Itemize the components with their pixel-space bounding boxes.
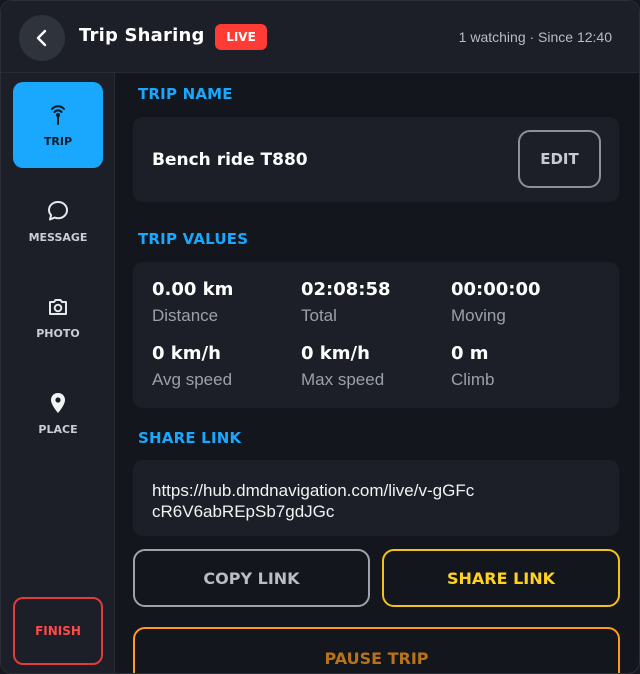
stat-label: Total <box>301 306 337 325</box>
header-bar: Trip Sharing LIVE 1 watching · Since 12:… <box>1 1 639 73</box>
stat-label: Max speed <box>301 370 385 389</box>
stat-max-speed: 0 km/h Max speed <box>301 342 451 390</box>
stat-value: 0 km/h <box>301 343 370 364</box>
share-link-button[interactable]: SHARE LINK <box>382 549 620 607</box>
sidebar-item-label: TRIP <box>43 134 73 148</box>
stat-value: 02:08:58 <box>301 279 391 300</box>
chevron-left-icon <box>36 29 47 47</box>
stat-value: 0 km/h <box>152 343 221 364</box>
trip-sharing-screen: Trip Sharing LIVE 1 watching · Since 12:… <box>0 0 640 674</box>
trip-name-value: Bench ride T880 <box>152 150 308 170</box>
camera-icon <box>49 298 67 315</box>
back-button[interactable] <box>19 15 65 61</box>
trip-name-card: Bench ride T880 EDIT <box>133 117 619 202</box>
stat-value: 0.00 km <box>152 279 234 300</box>
trip-values-card: 0.00 km Distance 02:08:58 Total 00:00:00… <box>133 262 619 408</box>
broadcast-icon <box>51 104 65 125</box>
share-link-heading: SHARE LINK <box>138 429 242 447</box>
sidebar-item-label: MESSAGE <box>28 230 88 244</box>
sidebar-item-label: PLACE <box>38 422 78 436</box>
stat-label: Climb <box>451 370 495 389</box>
share-url[interactable]: https://hub.dmdnavigation.com/live/v-gGF… <box>152 480 482 522</box>
trip-values-heading: TRIP VALUES <box>138 230 249 248</box>
watching-status: 1 watching · Since 12:40 <box>458 29 612 45</box>
map-pin-icon <box>51 392 65 413</box>
stat-value: 00:00:00 <box>451 279 541 300</box>
sidebar: TRIP MESSAGE PHOTO PLACE FINISH <box>1 73 115 673</box>
stat-total: 02:08:58 Total <box>301 278 451 326</box>
stat-value: 0 m <box>451 343 489 364</box>
stat-label: Distance <box>152 306 219 325</box>
page-title: Trip Sharing <box>79 25 205 46</box>
stat-label: Avg speed <box>152 370 233 389</box>
sidebar-item-place[interactable]: PLACE <box>13 370 103 456</box>
pause-trip-button[interactable]: PAUSE TRIP <box>133 627 620 673</box>
edit-button[interactable]: EDIT <box>518 130 601 188</box>
sidebar-item-photo[interactable]: PHOTO <box>13 274 103 360</box>
stat-distance: 0.00 km Distance <box>152 278 302 326</box>
sidebar-item-label: PHOTO <box>36 326 80 340</box>
copy-link-button[interactable]: COPY LINK <box>133 549 370 607</box>
trip-name-heading: TRIP NAME <box>138 85 233 103</box>
sidebar-item-trip[interactable]: TRIP <box>13 82 103 168</box>
stat-moving: 00:00:00 Moving <box>451 278 601 326</box>
share-link-card: https://hub.dmdnavigation.com/live/v-gGF… <box>133 460 619 536</box>
stat-label: Moving <box>451 306 506 325</box>
finish-button[interactable]: FINISH <box>13 597 103 665</box>
stat-climb: 0 m Climb <box>451 342 601 390</box>
pause-trip-label: PAUSE TRIP <box>324 649 429 668</box>
live-badge: LIVE <box>215 24 267 50</box>
sidebar-item-message[interactable]: MESSAGE <box>13 178 103 264</box>
message-icon <box>48 200 68 220</box>
stat-avg-speed: 0 km/h Avg speed <box>152 342 302 390</box>
